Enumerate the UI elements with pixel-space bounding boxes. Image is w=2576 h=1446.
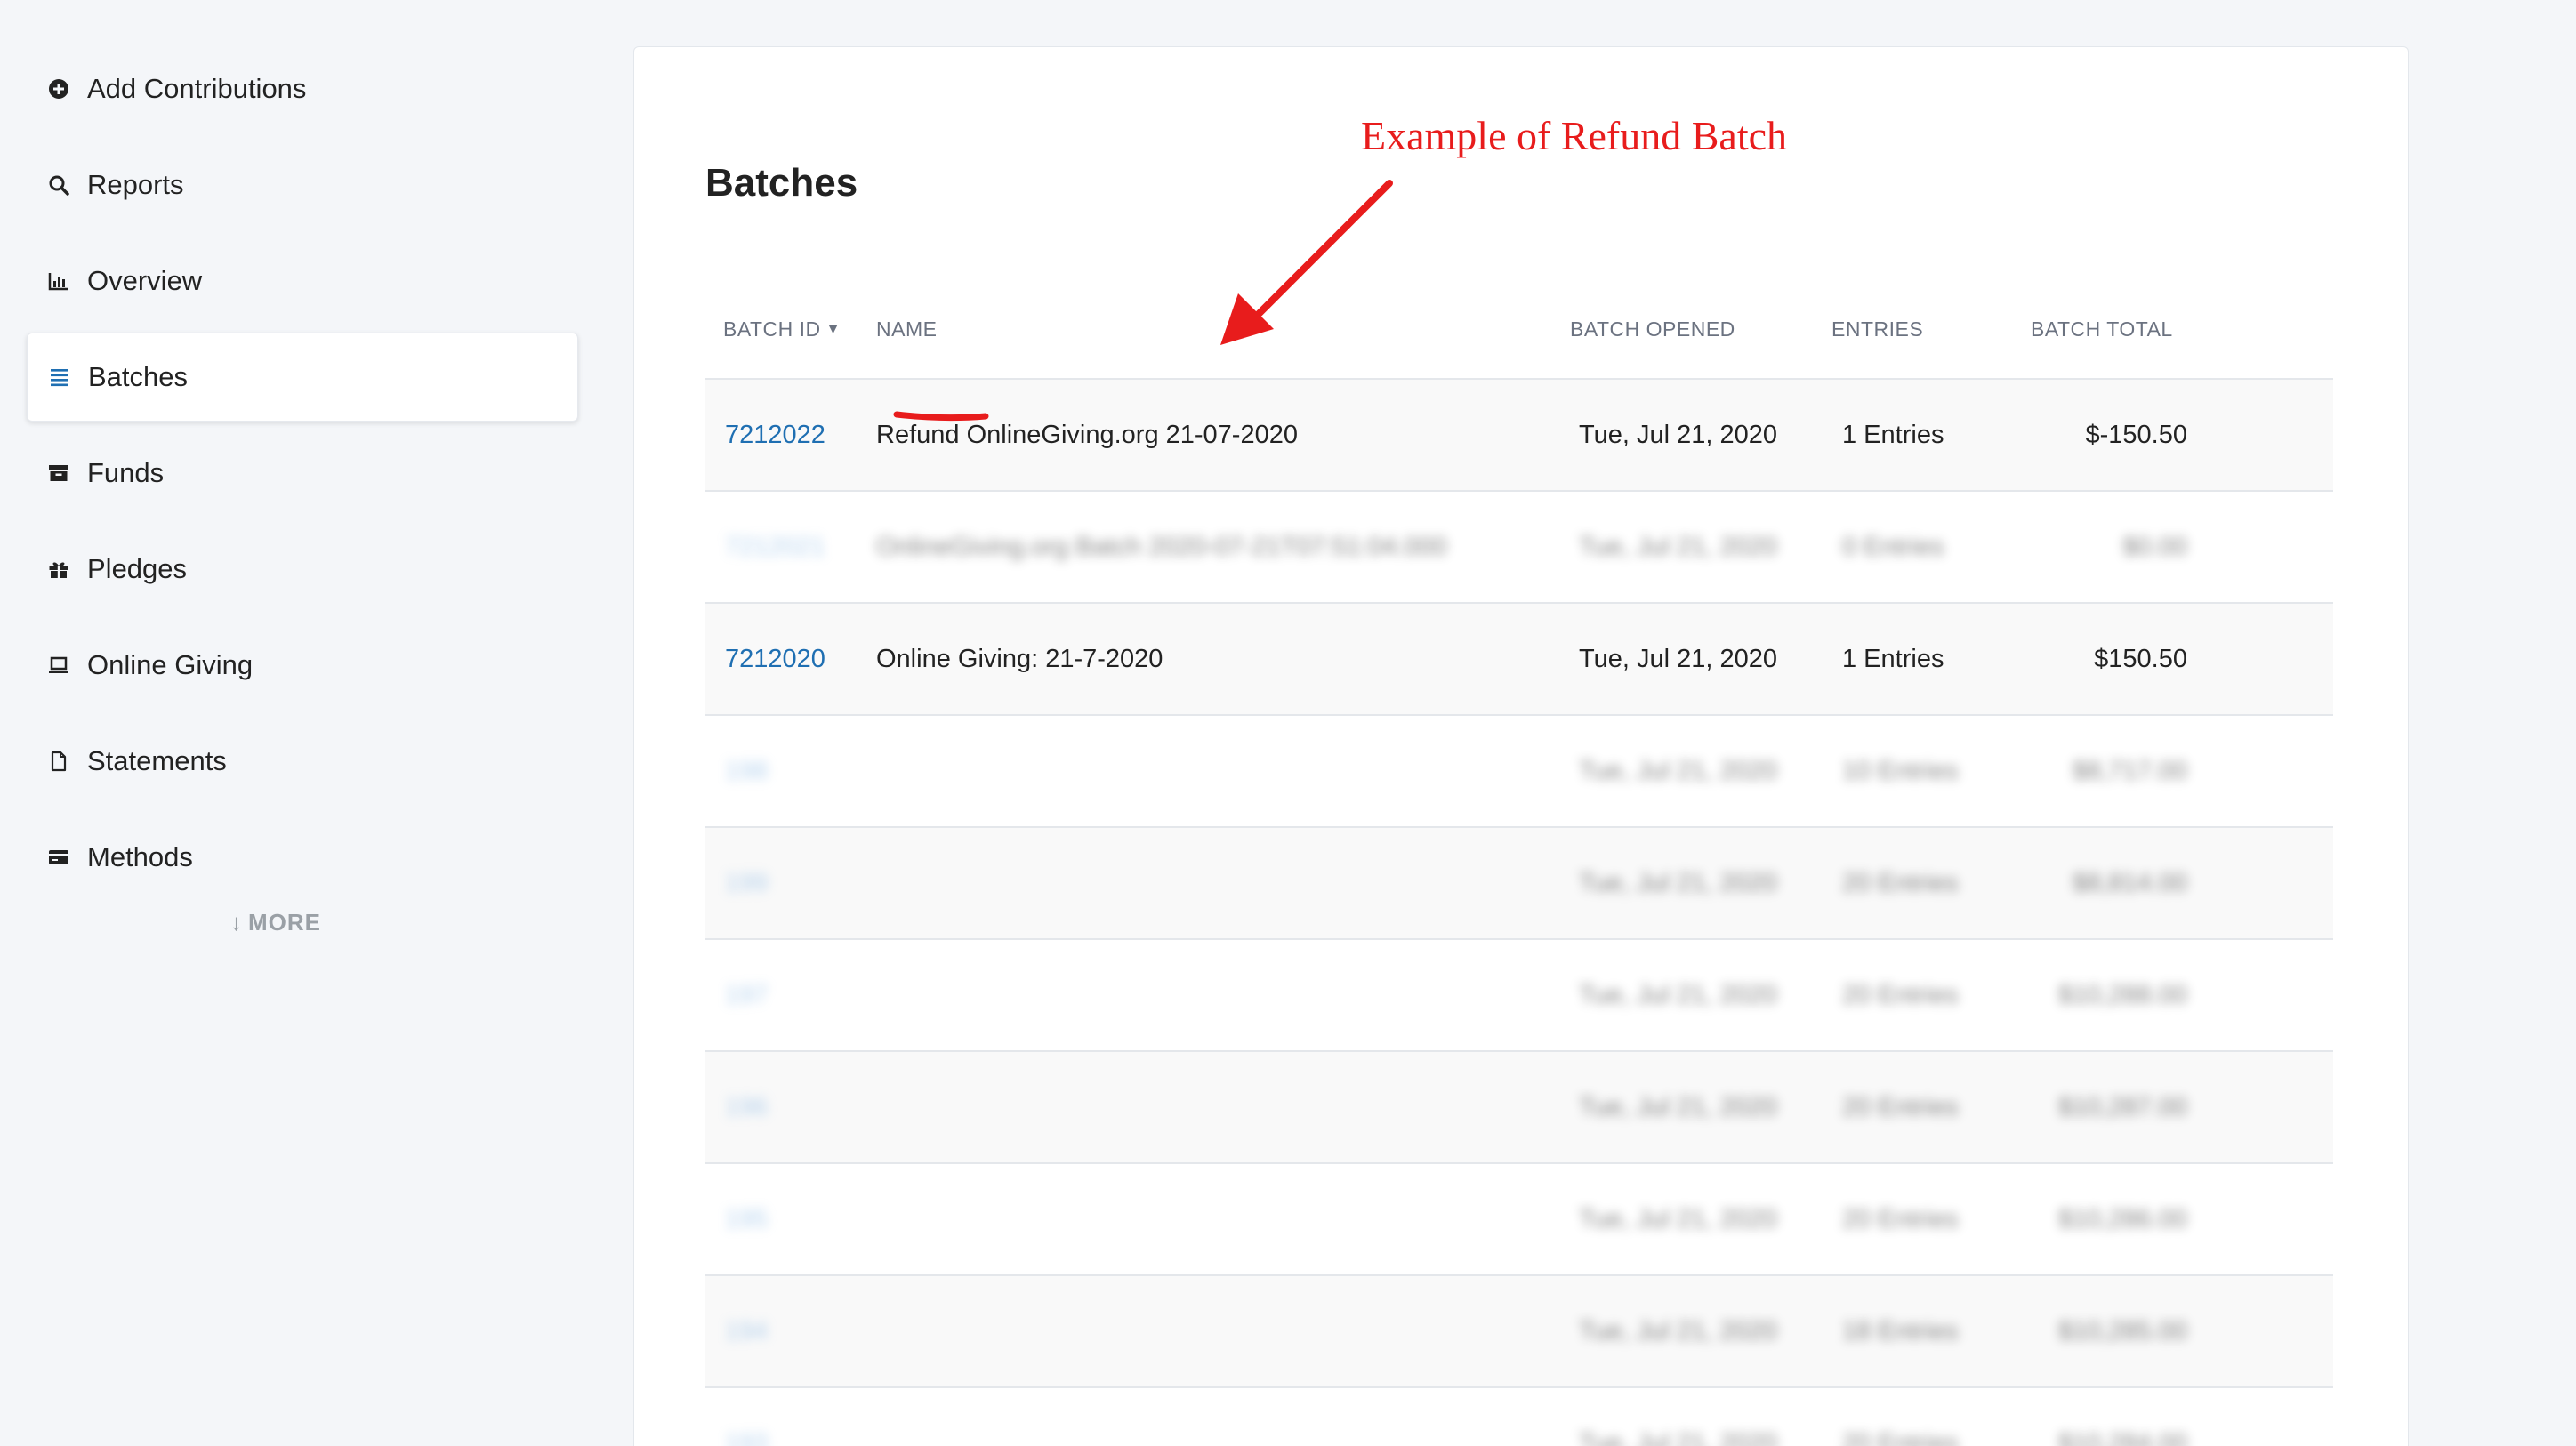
batch-total: $10,285.00: [2057, 1316, 2187, 1346]
arrow-down-icon: ↓: [230, 909, 243, 936]
batch-name: OnlineGiving.org Batch 2020-07-21T07:51:…: [876, 532, 1447, 561]
sidebar-item-label: Add Contributions: [87, 73, 307, 104]
sidebar-item-reports[interactable]: Reports: [27, 141, 578, 229]
batch-id-link[interactable]: 194: [725, 1317, 768, 1346]
sidebar-item-funds[interactable]: Funds: [27, 429, 578, 518]
batch-total: $10,288.00: [2057, 980, 2187, 1009]
sidebar: Add Contributions Reports Overview Batch…: [27, 44, 578, 936]
sidebar-item-label: Reports: [87, 169, 184, 200]
column-header-name[interactable]: NAME: [867, 317, 1570, 341]
batch-entries: 18 Entries: [1842, 1316, 1959, 1346]
sidebar-item-add-contributions[interactable]: Add Contributions: [27, 44, 578, 133]
table-row[interactable]: 198 Tue, Jul 21, 2020 10 Entries $8,717.…: [705, 716, 2333, 828]
batch-entries: 20 Entries: [1842, 1204, 1959, 1233]
sidebar-item-batches[interactable]: Batches: [27, 333, 578, 422]
batch-id-link[interactable]: 199: [725, 869, 768, 897]
table-row[interactable]: 195 Tue, Jul 21, 2020 20 Entries $10,286…: [705, 1164, 2333, 1276]
more-button[interactable]: ↓ MORE: [27, 909, 525, 936]
gift-icon: [46, 557, 71, 582]
sidebar-item-label: Batches: [88, 361, 189, 392]
table-row[interactable]: 194 Tue, Jul 21, 2020 18 Entries $10,285…: [705, 1276, 2333, 1388]
batch-entries: 1 Entries: [1842, 420, 1944, 449]
batch-opened: Tue, Jul 21, 2020: [1579, 1316, 1778, 1346]
column-header-entries[interactable]: ENTRIES: [1831, 317, 2024, 341]
credit-card-icon: [46, 845, 71, 870]
batch-name: Online Giving: 21-7-2020: [876, 644, 1163, 673]
batch-opened: Tue, Jul 21, 2020: [1579, 420, 1778, 449]
sidebar-item-label: Methods: [87, 841, 193, 872]
batch-entries: 20 Entries: [1842, 980, 1959, 1009]
batch-total: $8,717.00: [2072, 756, 2187, 785]
sidebar-item-overview[interactable]: Overview: [27, 237, 578, 325]
batch-total: $8,814.00: [2072, 868, 2187, 897]
more-label: MORE: [248, 909, 321, 936]
batch-opened: Tue, Jul 21, 2020: [1579, 532, 1778, 561]
batch-entries: 20 Entries: [1842, 868, 1959, 897]
batch-id-link[interactable]: 198: [725, 757, 768, 785]
batch-opened: Tue, Jul 21, 2020: [1579, 1428, 1778, 1446]
list-icon: [47, 365, 72, 390]
sidebar-item-label: Overview: [87, 265, 203, 296]
batch-opened: Tue, Jul 21, 2020: [1579, 1092, 1778, 1121]
batch-opened: Tue, Jul 21, 2020: [1579, 1204, 1778, 1233]
annotation-label: Example of Refund Batch: [1361, 113, 1788, 158]
batch-id-link[interactable]: 196: [725, 1093, 768, 1121]
page-title: Batches: [705, 161, 858, 205]
batch-entries: 1 Entries: [1842, 644, 1944, 673]
batch-entries: 0 Entries: [1842, 532, 1944, 561]
batch-opened: Tue, Jul 21, 2020: [1579, 756, 1778, 785]
batch-entries: 20 Entries: [1842, 1428, 1959, 1446]
column-header-label: BATCH ID: [723, 317, 821, 341]
batch-id-link[interactable]: 195: [725, 1205, 768, 1233]
table-row[interactable]: 7212021 OnlineGiving.org Batch 2020-07-2…: [705, 492, 2333, 604]
sidebar-item-label: Funds: [87, 457, 165, 488]
batch-id-link[interactable]: 7212022: [725, 421, 825, 449]
batch-opened: Tue, Jul 21, 2020: [1579, 980, 1778, 1009]
batch-opened: Tue, Jul 21, 2020: [1579, 868, 1778, 897]
plus-circle-icon: [46, 76, 71, 101]
search-icon: [46, 173, 71, 197]
sidebar-item-online-giving[interactable]: Online Giving: [27, 621, 578, 710]
batch-name: Refund OnlineGiving.org 21-07-2020: [876, 420, 1298, 449]
batch-total: $10,284.00: [2057, 1428, 2187, 1446]
sort-caret-down-icon: ▼: [825, 322, 841, 338]
batch-id-link[interactable]: 7212020: [725, 645, 825, 673]
batches-table: BATCH ID ▼ NAME BATCH OPENED ENTRIES BATC…: [705, 280, 2333, 1446]
batch-total: $0.00: [2122, 532, 2187, 561]
sidebar-item-label: Online Giving: [87, 649, 254, 680]
file-icon: [46, 749, 71, 774]
bar-chart-icon: [46, 269, 71, 293]
column-header-batch-total[interactable]: BATCH TOTAL: [2024, 317, 2187, 341]
batch-entries: 20 Entries: [1842, 1092, 1959, 1121]
batch-id-link[interactable]: 193: [725, 1429, 768, 1446]
batches-card: Batches BATCH ID ▼ NAME BATCH OPENED ENTR…: [633, 46, 2409, 1446]
sidebar-item-methods[interactable]: Methods: [27, 813, 578, 902]
batch-total: $150.50: [2094, 644, 2187, 673]
laptop-icon: [46, 653, 71, 678]
batch-opened: Tue, Jul 21, 2020: [1579, 644, 1778, 673]
batch-total: $10,287.00: [2057, 1092, 2187, 1121]
column-header-batch-id[interactable]: BATCH ID ▼: [705, 317, 867, 341]
table-row[interactable]: 193 Tue, Jul 21, 2020 20 Entries $10,284…: [705, 1388, 2333, 1446]
sidebar-item-statements[interactable]: Statements: [27, 717, 578, 806]
column-header-batch-opened[interactable]: BATCH OPENED: [1570, 317, 1831, 341]
table-row[interactable]: 199 Tue, Jul 21, 2020 20 Entries $8,814.…: [705, 828, 2333, 940]
sidebar-item-label: Pledges: [87, 553, 188, 584]
batch-entries: 10 Entries: [1842, 756, 1959, 785]
batch-id-link[interactable]: 197: [725, 981, 768, 1009]
table-header: BATCH ID ▼ NAME BATCH OPENED ENTRIES BATC…: [705, 280, 2333, 380]
archive-icon: [46, 461, 71, 486]
batch-id-link[interactable]: 7212021: [725, 533, 825, 561]
sidebar-item-label: Statements: [87, 745, 227, 776]
batch-total: $-150.50: [2085, 420, 2188, 449]
sidebar-item-pledges[interactable]: Pledges: [27, 525, 578, 614]
table-row[interactable]: 197 Tue, Jul 21, 2020 20 Entries $10,288…: [705, 940, 2333, 1052]
batch-total: $10,286.00: [2057, 1204, 2187, 1233]
table-row[interactable]: 7212020 Online Giving: 21-7-2020 Tue, Ju…: [705, 604, 2333, 716]
table-row[interactable]: 196 Tue, Jul 21, 2020 20 Entries $10,287…: [705, 1052, 2333, 1164]
table-row[interactable]: 7212022 Refund OnlineGiving.org 21-07-20…: [705, 380, 2333, 492]
